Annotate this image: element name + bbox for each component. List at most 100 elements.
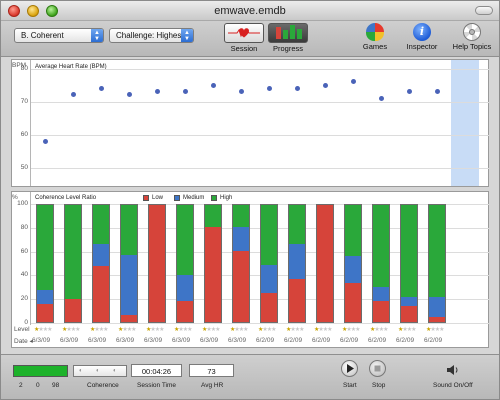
bar-segment-low (177, 300, 193, 322)
hr-data-point[interactable] (350, 79, 356, 85)
legend-low-swatch (143, 195, 149, 201)
play-icon (347, 364, 354, 373)
level-stars: ★★★★ (342, 327, 361, 333)
legend-high-label: High (220, 195, 233, 201)
coherence-bar[interactable] (232, 204, 250, 323)
bar-segment-high (345, 205, 361, 257)
hr-data-point[interactable] (182, 89, 188, 95)
hr-data-point[interactable] (42, 138, 48, 144)
coherence-bar[interactable] (120, 204, 138, 323)
session-date-label: 6/3/09 (200, 337, 219, 344)
level-stars: ★★★★ (90, 327, 109, 333)
hr-data-point[interactable] (294, 85, 300, 91)
challenge-select[interactable]: Challenge: Highest ▲ ▼ (109, 28, 194, 43)
stop-label: Stop (372, 382, 386, 389)
coherence-bar[interactable] (92, 204, 110, 323)
bar-segment-medium (289, 243, 305, 279)
session-date-label: 6/3/09 (116, 337, 135, 344)
bar-segment-high (373, 205, 389, 287)
coherence-bar[interactable] (428, 204, 446, 323)
help-topics-button[interactable]: Help Topics (450, 23, 494, 51)
heart-rate-chart: Average Heart Rate (BPM) (30, 60, 489, 186)
games-label: Games (362, 42, 388, 51)
info-icon: i (413, 23, 431, 41)
challenge-select-value: Challenge: Highest (116, 31, 184, 40)
hr-data-point[interactable] (238, 89, 244, 95)
bar-segment-medium (345, 256, 361, 284)
hr-data-point[interactable] (126, 92, 132, 98)
coh-gridline (31, 323, 489, 324)
progress-button[interactable]: Progress (266, 23, 310, 53)
session-button[interactable]: Session (222, 23, 266, 53)
legend-low-label: Low (152, 195, 164, 201)
heart-rate-panel: BPM Average Heart Rate (BPM) 80 70 60 50 (11, 59, 489, 187)
bar-segment-medium (401, 297, 417, 306)
level-stars: ★★★★ (370, 327, 389, 333)
bar-segment-medium (121, 255, 137, 315)
coherence-bar[interactable] (260, 204, 278, 323)
sound-toggle-button[interactable] (445, 363, 459, 377)
hr-data-point[interactable] (70, 92, 76, 98)
bar-segment-low (121, 314, 137, 322)
session-date-label: 6/3/09 (172, 337, 191, 344)
coherence-bar[interactable] (176, 204, 194, 323)
bar-segment-low (345, 283, 361, 322)
bar-segment-high (261, 205, 277, 265)
games-button[interactable]: Games (357, 23, 393, 51)
hr-data-point[interactable] (266, 85, 272, 91)
hr-tick-label: 50 (20, 163, 28, 171)
hr-gridline (31, 134, 489, 136)
coherence-bar[interactable] (288, 204, 306, 323)
hr-data-point[interactable] (154, 89, 160, 95)
toolbar-toggle-button[interactable] (475, 6, 493, 15)
app-window: emwave.emdb B. Coherent ▲ ▼ Challenge: Hi… (0, 0, 500, 400)
select-arrows-icon: ▲ ▼ (91, 29, 103, 42)
coherence-bar[interactable] (372, 204, 390, 323)
session-label: Session (230, 44, 258, 53)
bar-segment-medium (93, 243, 109, 266)
coherence-bar[interactable] (344, 204, 362, 323)
coherence-level-icon: ◐ (113, 368, 117, 374)
level-stars: ★★★★ (398, 327, 417, 333)
hr-data-point[interactable] (322, 82, 328, 88)
start-button[interactable] (341, 360, 358, 377)
bar-segment-medium (373, 286, 389, 301)
meter-medium-value: 0 (36, 382, 40, 389)
coherence-bar[interactable] (204, 204, 222, 323)
hr-tick-label: 70 (20, 97, 28, 105)
coh-tick-label: 40 (20, 271, 28, 279)
user-select[interactable]: B. Coherent ▲ ▼ (14, 28, 104, 43)
session-date-label: 6/3/09 (32, 337, 51, 344)
session-date-label: 6/2/09 (396, 337, 415, 344)
coherence-bar[interactable] (36, 204, 54, 323)
coherence-bar[interactable] (400, 204, 418, 323)
bar-segment-medium (233, 227, 249, 251)
hr-data-point[interactable] (406, 89, 412, 95)
session-date-label: 6/3/09 (144, 337, 163, 344)
hr-data-point[interactable] (378, 95, 384, 101)
hr-data-point[interactable] (434, 89, 440, 95)
bar-segment-medium (429, 297, 445, 318)
inspector-button[interactable]: i Inspector (404, 23, 440, 51)
session-rows: ★★★★ 6/3/09 ★★★★ 6/3/09 ★★★★ 6/3/09 ★★★★ 6/3/09… (30, 325, 488, 347)
coherence-bar[interactable] (316, 204, 334, 323)
session-date-label: 6/2/09 (284, 337, 303, 344)
session-date-label: 6/2/09 (368, 337, 387, 344)
bar-segment-high (37, 205, 53, 291)
bar-segment-high (401, 205, 417, 298)
hr-data-point[interactable] (98, 85, 104, 91)
hr-tick-label: 60 (20, 130, 28, 138)
coherence-bar[interactable] (64, 204, 82, 323)
bar-segment-low (37, 304, 53, 322)
progress-label: Progress (272, 44, 303, 53)
bar-segment-medium (37, 290, 53, 305)
coh-chart-title: Coherence Level Ratio (35, 195, 97, 201)
bar-segment-low (205, 227, 221, 322)
stop-button[interactable] (369, 360, 386, 377)
coherence-bar[interactable] (148, 204, 166, 323)
bar-segment-low (149, 205, 165, 322)
hr-data-point[interactable] (210, 82, 216, 88)
session-date-label: 6/2/09 (256, 337, 275, 344)
heart-wave-icon (224, 23, 264, 43)
bar-segment-low (401, 305, 417, 322)
